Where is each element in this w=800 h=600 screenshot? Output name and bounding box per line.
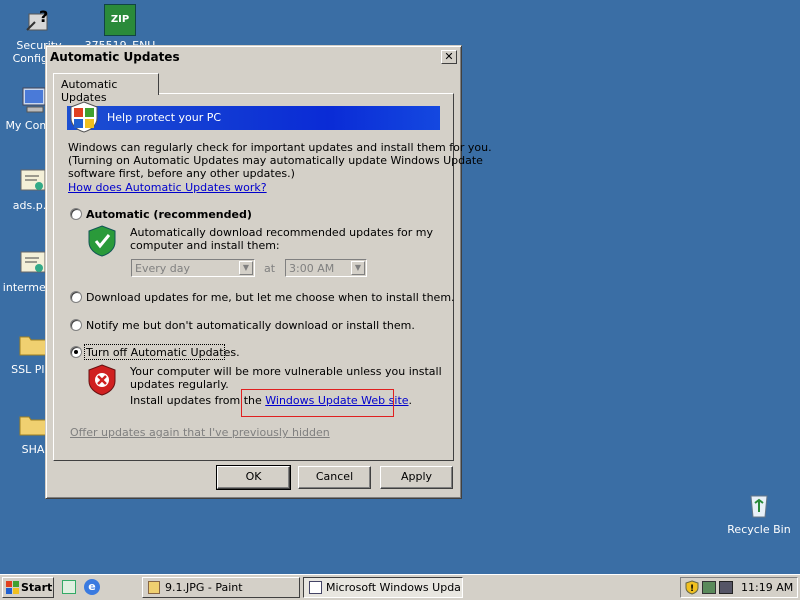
start-label: Start <box>21 581 53 594</box>
offer-updates-again-link: Offer updates again that I've previously… <box>70 426 330 439</box>
svg-text:!: ! <box>690 584 694 594</box>
security-shield-icon[interactable]: ! <box>685 580 699 595</box>
desktop-icon-recycle-bin[interactable]: Recycle Bin <box>722 488 796 536</box>
svg-text:?: ? <box>39 7 48 26</box>
green-shield-icon <box>88 225 116 257</box>
start-button[interactable]: Start <box>2 577 54 598</box>
cancel-button[interactable]: Cancel <box>298 466 371 489</box>
title-bar[interactable]: Automatic Updates ✕ <box>48 48 459 66</box>
recycle-bin-icon <box>743 488 775 520</box>
option-download-label: Download updates for me, but let me choo… <box>86 291 455 304</box>
time-select-value: 3:00 AM <box>289 262 335 275</box>
task-automatic-updates[interactable]: Microsoft Windows Upda... <box>303 577 463 598</box>
intro-line-1: Windows can regularly check for importan… <box>68 141 492 154</box>
task-label: 9.1.JPG - Paint <box>165 581 243 594</box>
highlight-box <box>241 389 394 417</box>
day-select-value: Every day <box>135 262 190 275</box>
red-shield-icon <box>88 364 116 396</box>
option-automatic-label: Automatic (recommended) <box>86 208 252 221</box>
window-icon <box>309 581 322 594</box>
option-off-label: Turn off Automatic Updates. <box>86 346 240 359</box>
off-desc-line-1: Your computer will be more vulnerable un… <box>130 365 442 378</box>
period: . <box>408 394 413 407</box>
radio-automatic[interactable] <box>70 208 82 220</box>
network-icon[interactable] <box>702 581 716 594</box>
off-desc-line-2: updates regularly. <box>130 378 229 391</box>
close-icon: ✕ <box>444 50 454 63</box>
paint-icon <box>148 581 160 594</box>
zip-file-icon: ZIP <box>104 4 136 36</box>
chevron-down-icon: ▼ <box>239 261 253 275</box>
radio-turn-off[interactable] <box>70 346 82 358</box>
day-select[interactable]: Every day ▼ <box>131 259 255 277</box>
close-button[interactable]: ✕ <box>441 50 457 64</box>
how-does-it-work-link[interactable]: How does Automatic Updates work? <box>68 181 267 194</box>
banner-text: Help protect your PC <box>107 111 222 124</box>
show-desktop-icon[interactable] <box>62 580 76 594</box>
ok-button[interactable]: OK <box>216 465 291 490</box>
radio-download[interactable] <box>70 291 82 303</box>
intro-line-2: (Turning on Automatic Updates may automa… <box>68 154 483 167</box>
desktop-icon-label: Recycle Bin <box>727 523 791 536</box>
chevron-down-icon: ▼ <box>351 261 365 275</box>
option-notify-label: Notify me but don't automatically downlo… <box>86 319 415 332</box>
auto-desc-line-1: Automatically download recommended updat… <box>130 226 434 239</box>
windows-security-shield-icon <box>70 101 98 133</box>
at-label: at <box>264 262 276 275</box>
intro-line-3: software first, before any other updates… <box>68 167 295 180</box>
vmware-tools-icon[interactable] <box>719 581 733 594</box>
task-paint[interactable]: 9.1.JPG - Paint <box>142 577 300 598</box>
auto-desc-line-2: computer and install them: <box>130 239 280 252</box>
zip-text: ZIP <box>110 14 130 25</box>
windows-logo-icon <box>6 581 19 594</box>
system-tray: ! 11:19 AM <box>680 577 798 598</box>
clock[interactable]: 11:19 AM <box>741 581 793 594</box>
internet-explorer-icon[interactable]: e <box>84 579 100 595</box>
security-config-icon: ? <box>23 4 55 36</box>
taskbar: Start e 9.1.JPG - Paint Microsoft Window… <box>0 574 800 600</box>
task-label: Microsoft Windows Upda... <box>326 581 463 594</box>
time-select[interactable]: 3:00 AM ▼ <box>285 259 367 277</box>
dialog-title: Automatic Updates <box>50 50 180 64</box>
tab-automatic-updates[interactable]: Automatic Updates <box>53 73 159 104</box>
help-protect-banner: Help protect your PC <box>67 101 440 133</box>
apply-button[interactable]: Apply <box>380 466 453 489</box>
radio-notify[interactable] <box>70 319 82 331</box>
